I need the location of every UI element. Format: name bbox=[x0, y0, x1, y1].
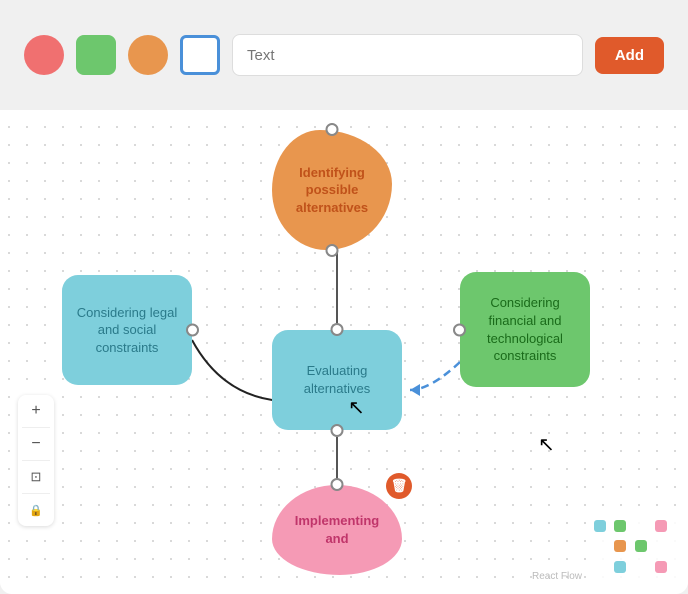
legend-dot-12 bbox=[655, 561, 667, 573]
cursor-financial: ↖ bbox=[538, 432, 555, 457]
node-financial-label: Considering financial and technological … bbox=[472, 294, 578, 364]
circle-shape-btn[interactable] bbox=[24, 35, 64, 75]
legend-dot-8 bbox=[655, 540, 667, 552]
connector-top-implement[interactable] bbox=[331, 478, 344, 491]
mini-legend bbox=[588, 514, 678, 584]
zoom-divider3 bbox=[22, 493, 50, 494]
canvas[interactable]: Identifying possible alternatives Consid… bbox=[0, 100, 688, 594]
connector-bottom-evaluate[interactable] bbox=[331, 424, 344, 437]
add-button[interactable]: Add bbox=[595, 37, 664, 74]
zoom-in-button[interactable]: + bbox=[22, 399, 50, 423]
lock-button[interactable]: 🔒 bbox=[22, 498, 50, 522]
node-implement-label: Implementing and bbox=[282, 512, 392, 547]
legend-dot-6 bbox=[614, 540, 626, 552]
zoom-controls: + − ⊡ 🔒 bbox=[18, 395, 54, 526]
node-evaluate-label: Evaluating alternatives bbox=[284, 362, 390, 397]
fit-view-button[interactable]: ⊡ bbox=[22, 465, 50, 489]
node-financial[interactable]: Considering financial and technological … bbox=[460, 272, 590, 387]
legend-dot-7 bbox=[635, 540, 647, 552]
node-legal[interactable]: Considering legal and social constraints bbox=[62, 275, 192, 385]
square-shape-btn[interactable] bbox=[180, 35, 220, 75]
node-evaluate[interactable]: Evaluating alternatives bbox=[272, 330, 402, 430]
zoom-divider2 bbox=[22, 460, 50, 461]
node-implement[interactable]: Implementing and 🗑 bbox=[272, 485, 402, 575]
legend-dot-3 bbox=[635, 520, 647, 532]
legend-dot-10 bbox=[614, 561, 626, 573]
node-identify-label: Identifying possible alternatives bbox=[282, 164, 382, 217]
legend-dot-1 bbox=[594, 520, 606, 532]
zoom-divider bbox=[22, 427, 50, 428]
diamond-shape-btn[interactable] bbox=[128, 35, 168, 75]
node-legal-label: Considering legal and social constraints bbox=[74, 304, 180, 357]
app-container: Add Identifying possible alternatives bbox=[0, 0, 688, 594]
zoom-out-button[interactable]: − bbox=[22, 432, 50, 456]
rounded-rect-shape-btn[interactable] bbox=[76, 35, 116, 75]
connector-top-identify[interactable] bbox=[326, 123, 339, 136]
legend-dot-2 bbox=[614, 520, 626, 532]
connector-bottom-identify[interactable] bbox=[326, 244, 339, 257]
react-flow-label: React Flow bbox=[532, 571, 582, 582]
text-input[interactable] bbox=[232, 34, 583, 76]
connector-right-legal[interactable] bbox=[186, 324, 199, 337]
node-identify[interactable]: Identifying possible alternatives bbox=[272, 130, 392, 250]
legend-dot-9 bbox=[594, 561, 606, 573]
delete-badge[interactable]: 🗑 bbox=[386, 473, 412, 499]
connector-left-financial[interactable] bbox=[453, 323, 466, 336]
legend-dot-5 bbox=[594, 540, 606, 552]
legend-dot-4 bbox=[655, 520, 667, 532]
connector-top-evaluate[interactable] bbox=[331, 323, 344, 336]
legend-dot-11 bbox=[635, 561, 647, 573]
toolbar: Add bbox=[0, 0, 688, 110]
